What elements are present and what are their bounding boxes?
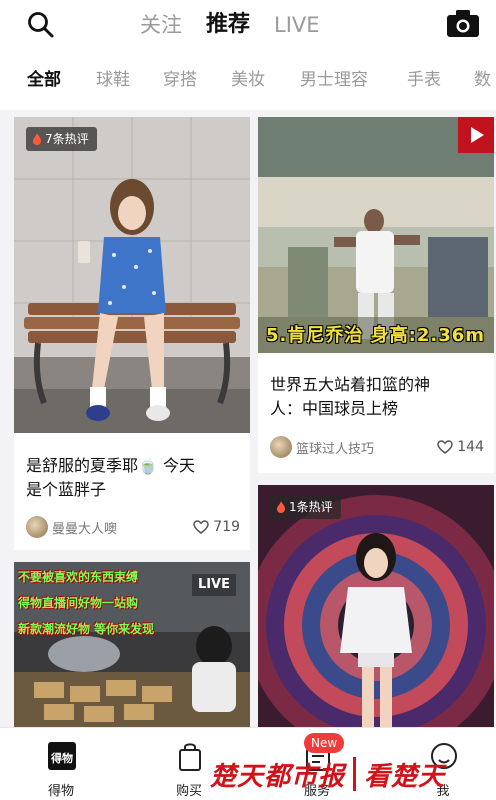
svg-text:得物: 得物 bbox=[50, 751, 73, 765]
new-badge: New bbox=[304, 733, 345, 753]
heart-icon bbox=[193, 520, 210, 534]
feed-card[interactable]: LIVE 不要被喜欢的东西束缚 得物直播间好物一站购 新款潮流好物 等你来发现 bbox=[14, 562, 250, 727]
dewu-logo-icon: 得物 bbox=[48, 740, 76, 772]
post-image: 7条热评 bbox=[14, 117, 250, 433]
live-badge: LIVE bbox=[191, 574, 236, 596]
post-title-line2: 人：中国球员上榜 bbox=[270, 399, 399, 418]
category-all[interactable]: 全部 bbox=[27, 69, 61, 91]
like-button[interactable]: 144 bbox=[437, 439, 484, 455]
category-outfits[interactable]: 穿搭 bbox=[163, 69, 197, 91]
category-more[interactable]: 数 bbox=[474, 69, 491, 91]
hot-comments-count: 7条热评 bbox=[45, 132, 89, 146]
category-watches[interactable]: 手表 bbox=[407, 69, 441, 91]
stream-overlay-text: 新款潮流好物 等你来发现 bbox=[18, 622, 155, 636]
post-title-line1: 世界五大站着扣篮的神 bbox=[270, 375, 431, 394]
camera-icon[interactable] bbox=[446, 8, 480, 38]
post-title-line2: 是个蓝胖子 bbox=[26, 480, 107, 499]
top-bar: 关注 推荐 LIVE bbox=[0, 0, 496, 50]
like-count: 719 bbox=[213, 519, 240, 535]
category-mens-grooming[interactable]: 男士理容 bbox=[300, 69, 368, 91]
post-image: 1条热评 bbox=[258, 485, 494, 727]
tab-recommended[interactable]: 推荐 bbox=[206, 10, 250, 40]
post-meta: 篮球过人技巧 144 bbox=[270, 435, 484, 459]
watermark-right: 看楚天 bbox=[364, 761, 446, 792]
flame-icon bbox=[277, 501, 285, 513]
feed-card[interactable]: 1条热评 bbox=[258, 485, 494, 727]
watermark-divider bbox=[353, 757, 357, 791]
flame-icon bbox=[33, 133, 41, 145]
nav-dewu[interactable]: 得物 得物 bbox=[26, 728, 96, 800]
category-bar: 全部 球鞋 穿搭 美妆 男士理容 手表 数 bbox=[0, 50, 496, 110]
shopping-bag-icon bbox=[176, 740, 204, 772]
search-icon[interactable] bbox=[26, 10, 56, 40]
feed-card[interactable]: 5.肯尼乔治 身高:2.36m 世界五大站着扣篮的神 人：中国球员上榜 篮球过人… bbox=[258, 117, 494, 473]
video-thumbnail: 5.肯尼乔治 身高:2.36m bbox=[258, 117, 494, 353]
hot-comments-badge: 1条热评 bbox=[270, 495, 341, 519]
play-icon bbox=[471, 127, 484, 143]
avatar[interactable] bbox=[270, 436, 292, 458]
feed-card[interactable]: 7条热评 是舒服的夏季耶🍵 今天 是个蓝胖子 曼曼大人噢 719 bbox=[14, 117, 250, 550]
feed-tabs: 关注 推荐 LIVE bbox=[140, 10, 344, 40]
video-play-button[interactable] bbox=[458, 117, 494, 153]
hot-comments-count: 1条热评 bbox=[289, 500, 333, 514]
avatar[interactable] bbox=[26, 516, 48, 538]
post-meta: 曼曼大人噢 719 bbox=[26, 515, 240, 539]
watermark-left: 楚天都市报 bbox=[210, 761, 346, 792]
post-title-line1: 是舒服的夏季耶🍵 今天 bbox=[26, 456, 196, 475]
author-name[interactable]: 篮球过人技巧 bbox=[296, 438, 437, 457]
tab-live[interactable]: LIVE bbox=[274, 10, 320, 40]
newspaper-watermark: 楚天都市报 看楚天 bbox=[210, 752, 445, 796]
category-beauty[interactable]: 美妆 bbox=[231, 69, 265, 91]
category-sneakers[interactable]: 球鞋 bbox=[96, 69, 130, 91]
tab-following[interactable]: 关注 bbox=[140, 10, 182, 40]
nav-label: 得物 bbox=[47, 784, 74, 799]
heart-icon bbox=[437, 440, 454, 454]
hot-comments-badge: 7条热评 bbox=[26, 127, 97, 151]
like-count: 144 bbox=[457, 439, 484, 455]
stream-overlay-text: 不要被喜欢的东西束缚 bbox=[18, 570, 139, 584]
video-caption: 5.肯尼乔治 身高:2.36m bbox=[266, 325, 485, 346]
live-stream-image: LIVE 不要被喜欢的东西束缚 得物直播间好物一站购 新款潮流好物 等你来发现 bbox=[14, 562, 250, 727]
author-name[interactable]: 曼曼大人噢 bbox=[52, 518, 193, 537]
like-button[interactable]: 719 bbox=[193, 519, 240, 535]
stream-overlay-text: 得物直播间好物一站购 bbox=[18, 596, 139, 610]
